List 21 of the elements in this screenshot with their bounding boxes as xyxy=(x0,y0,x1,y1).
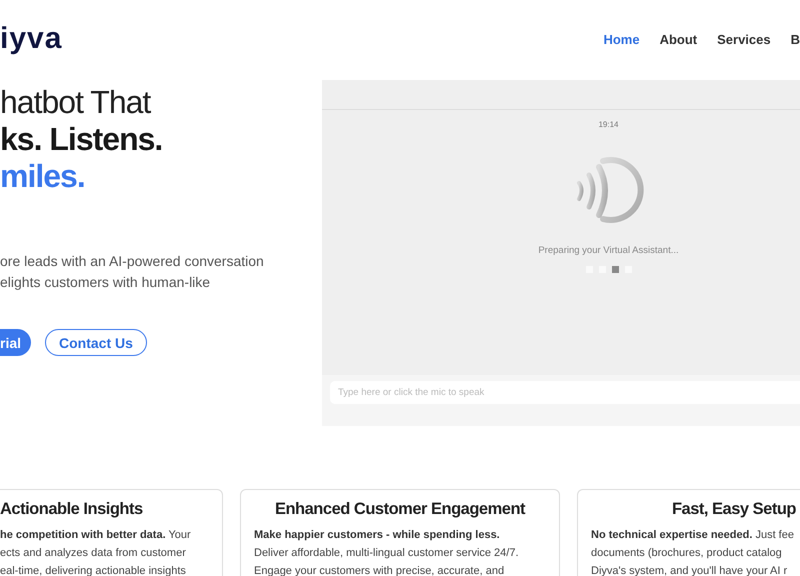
nav-link[interactable]: Home xyxy=(603,32,640,46)
card-text: he competition with better data. Your ects and analyzes data from customer eal-time, delivering actionable insights xyxy=(0,528,192,576)
headline-line: ks. Listens. xyxy=(0,121,164,158)
contact-button[interactable]: Contact Us xyxy=(45,329,147,356)
status-text: Preparing your Virtual Assistant... xyxy=(538,245,679,256)
nav-link[interactable]: About xyxy=(660,32,698,46)
description-text: ore leads with an AI-powered conversation xyxy=(0,252,265,271)
timestamp: 19:14 xyxy=(598,120,619,129)
headline-line: miles. xyxy=(0,158,86,195)
card-title: Enhanced Customer Engagement xyxy=(274,500,526,519)
trial-button[interactable]: rial xyxy=(0,329,32,356)
description-text: elights customers with human-like xyxy=(0,273,212,292)
card-text: No technical expertise needed. Just fee documents (brochures, product catalog Diyva's system, and you'll have your AI r xyxy=(590,528,795,576)
message-input[interactable]: Type here or click the mic to speak xyxy=(330,381,800,404)
logo[interactable]: iyva xyxy=(0,22,62,56)
headline-line: hatbot That xyxy=(0,84,152,121)
card-text: Make happier customers - while spending less. Deliver affordable, multi-lingual customer service 24/7. Engage your customers with precise, accurate, and xyxy=(253,528,520,576)
nav-link[interactable]: Services xyxy=(717,32,771,46)
card-title: Actionable Insights xyxy=(0,500,144,519)
card-title: Fast, Easy Setup xyxy=(670,500,797,519)
nav-link[interactable]: B xyxy=(790,32,800,46)
